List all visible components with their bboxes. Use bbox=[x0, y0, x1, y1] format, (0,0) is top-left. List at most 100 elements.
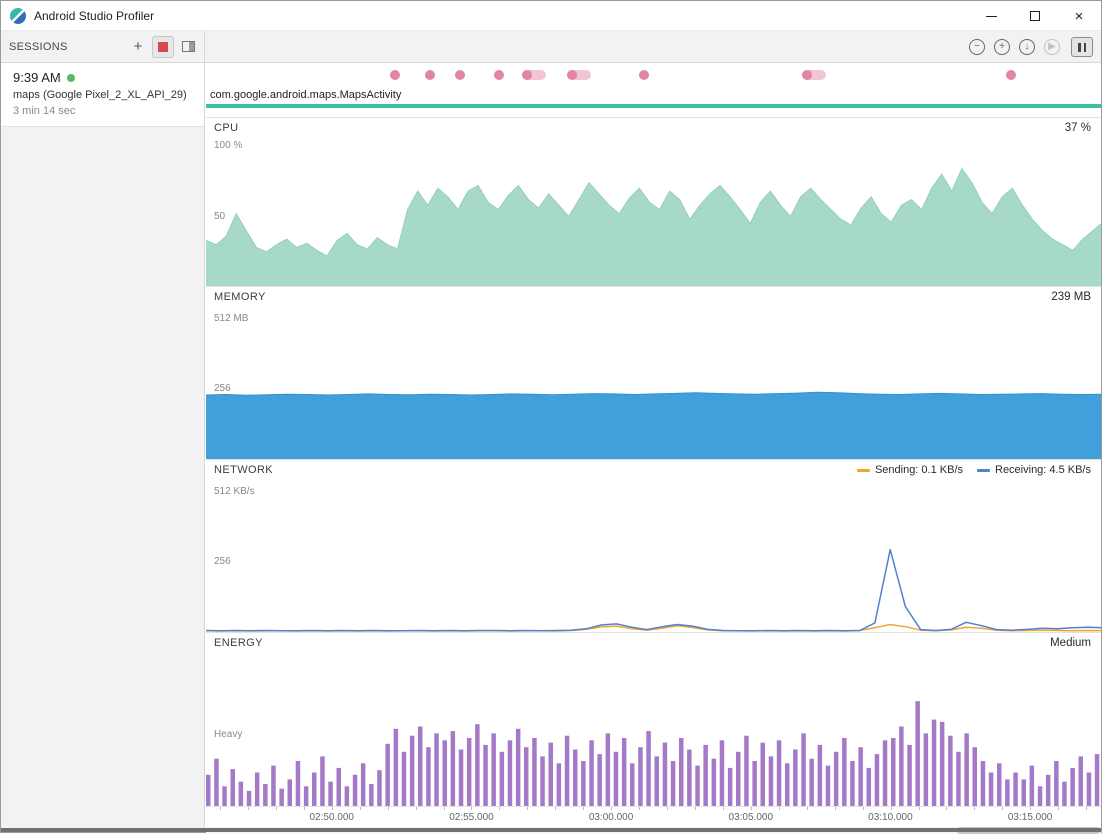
event-marker-dot[interactable] bbox=[455, 70, 465, 80]
activity-lifecycle-bar[interactable] bbox=[206, 104, 1101, 108]
time-tick bbox=[779, 807, 780, 810]
energy-chart-panel[interactable]: ENERGY Medium Heavy bbox=[206, 632, 1101, 806]
network-title: NETWORK bbox=[214, 464, 273, 476]
session-item[interactable]: 9:39 AM maps (Google Pixel_2_XL_API_29) … bbox=[1, 63, 204, 127]
go-live-icon: ▶ bbox=[1048, 42, 1056, 52]
time-tick bbox=[1002, 807, 1003, 810]
cpu-title: CPU bbox=[214, 122, 238, 134]
event-dot-icon bbox=[567, 70, 577, 80]
go-live-button[interactable]: ▶ bbox=[1044, 39, 1060, 55]
receiving-swatch-icon bbox=[977, 469, 990, 472]
memory-title: MEMORY bbox=[214, 291, 266, 303]
event-track bbox=[206, 63, 1101, 87]
add-session-button[interactable]: + bbox=[127, 36, 149, 58]
time-tick bbox=[527, 807, 528, 810]
time-tick bbox=[1058, 807, 1059, 810]
memory-current-value: 239 MB bbox=[1051, 291, 1091, 303]
time-tick bbox=[555, 807, 556, 810]
time-tick bbox=[695, 807, 696, 810]
cpu-chart[interactable] bbox=[206, 118, 1101, 286]
time-label: 02:55.000 bbox=[449, 812, 494, 823]
sessions-header: SESSIONS + bbox=[1, 31, 205, 62]
profiler-main: com.google.android.maps.MapsActivity CPU… bbox=[206, 63, 1101, 832]
cpu-ytick-100: 100 % bbox=[214, 140, 242, 151]
reset-zoom-button[interactable]: ↓ bbox=[1019, 39, 1035, 55]
time-tick bbox=[863, 807, 864, 810]
pause-icon bbox=[1084, 43, 1087, 52]
time-tick bbox=[611, 807, 612, 810]
time-tick bbox=[444, 807, 445, 810]
pause-button[interactable] bbox=[1071, 37, 1093, 57]
time-axis: 02:50.00002:55.00003:00.00003:05.00003:1… bbox=[206, 806, 1101, 827]
time-tick bbox=[388, 807, 389, 810]
memory-ytick-256: 256 bbox=[214, 383, 231, 394]
memory-ytick-512: 512 MB bbox=[214, 313, 248, 324]
window-controls: × bbox=[969, 1, 1101, 31]
main-toolbar: − + ↓ ▶ bbox=[969, 31, 1093, 63]
sessions-title: SESSIONS bbox=[9, 41, 68, 53]
sending-swatch-icon bbox=[857, 469, 870, 472]
memory-chart[interactable] bbox=[206, 287, 1101, 459]
zoom-out-button[interactable]: − bbox=[969, 39, 985, 55]
time-label: 03:00.000 bbox=[589, 812, 634, 823]
maximize-icon bbox=[1030, 11, 1040, 21]
time-tick bbox=[751, 807, 752, 810]
event-marker-dot[interactable] bbox=[1006, 70, 1016, 80]
time-tick bbox=[807, 807, 808, 810]
reset-zoom-icon: ↓ bbox=[1025, 42, 1030, 52]
sessions-tools: + bbox=[127, 31, 199, 62]
zoom-in-button[interactable]: + bbox=[994, 39, 1010, 55]
sessions-panel: 9:39 AM maps (Google Pixel_2_XL_API_29) … bbox=[1, 63, 205, 832]
time-tick bbox=[471, 807, 472, 810]
maximize-button[interactable] bbox=[1013, 1, 1057, 31]
title-bar: Android Studio Profiler × bbox=[1, 1, 1101, 31]
event-marker-dot[interactable] bbox=[494, 70, 504, 80]
event-marker-dot[interactable] bbox=[639, 70, 649, 80]
time-tick bbox=[276, 807, 277, 810]
event-dot-icon bbox=[802, 70, 812, 80]
network-legend: Sending: 0.1 KB/s Receiving: 4.5 KB/s bbox=[857, 464, 1091, 476]
event-dot-icon bbox=[522, 70, 532, 80]
session-duration: 3 min 14 sec bbox=[13, 105, 194, 117]
minimize-button[interactable] bbox=[969, 1, 1013, 31]
sessions-layout-button[interactable] bbox=[177, 36, 199, 58]
time-tick bbox=[332, 807, 333, 810]
event-marker-dot[interactable] bbox=[390, 70, 400, 80]
time-tick bbox=[667, 807, 668, 810]
time-tick bbox=[1030, 807, 1031, 810]
stop-session-button[interactable] bbox=[152, 36, 174, 58]
event-marker-pill[interactable] bbox=[802, 70, 826, 80]
network-chart-panel[interactable]: NETWORK Sending: 0.1 KB/s Receiving: 4.5… bbox=[206, 459, 1101, 632]
event-marker-pill[interactable] bbox=[522, 70, 546, 80]
memory-chart-panel[interactable]: MEMORY 239 MB 512 MB 256 bbox=[206, 286, 1101, 459]
time-tick bbox=[583, 807, 584, 810]
plus-icon: + bbox=[134, 39, 143, 54]
time-tick bbox=[304, 807, 305, 810]
energy-current-value: Medium bbox=[1050, 637, 1091, 649]
time-tick bbox=[974, 807, 975, 810]
session-name: maps (Google Pixel_2_XL_API_29) bbox=[13, 89, 194, 101]
android-profiler-icon bbox=[10, 8, 26, 24]
live-session-dot-icon bbox=[67, 74, 75, 82]
activity-label: com.google.android.maps.MapsActivity bbox=[210, 89, 401, 101]
sending-legend-label: Sending: 0.1 KB/s bbox=[875, 464, 963, 476]
cpu-chart-panel[interactable]: CPU 37 % 100 % 50 bbox=[206, 117, 1101, 286]
time-tick bbox=[919, 807, 920, 810]
time-label: 03:15.000 bbox=[1008, 812, 1053, 823]
close-button[interactable]: × bbox=[1057, 1, 1101, 31]
close-icon: × bbox=[1075, 9, 1084, 24]
time-tick bbox=[360, 807, 361, 810]
energy-ytick-heavy: Heavy bbox=[214, 729, 242, 740]
event-marker-pill[interactable] bbox=[567, 70, 591, 80]
zoom-in-icon: + bbox=[999, 42, 1005, 52]
network-ytick-512: 512 KB/s bbox=[214, 486, 255, 497]
pause-icon bbox=[1078, 43, 1081, 52]
activity-row: com.google.android.maps.MapsActivity bbox=[206, 87, 1101, 108]
time-tick bbox=[248, 807, 249, 810]
cpu-current-value: 37 % bbox=[1065, 122, 1091, 134]
time-tick bbox=[723, 807, 724, 810]
network-chart[interactable] bbox=[206, 460, 1101, 632]
event-marker-dot[interactable] bbox=[425, 70, 435, 80]
time-tick bbox=[499, 807, 500, 810]
energy-chart[interactable] bbox=[206, 633, 1101, 806]
